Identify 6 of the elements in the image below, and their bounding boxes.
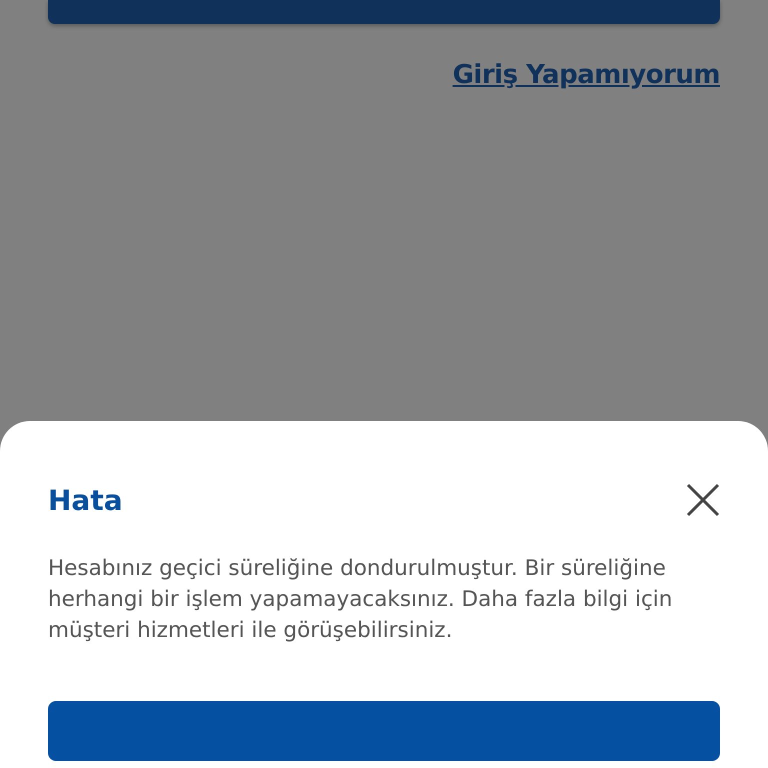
confirm-button[interactable] — [48, 701, 720, 761]
dialog-title: Hata — [48, 484, 123, 516]
error-message: Hesabınız geçici süreliğine dondurulmuştur. Bir süreliğine herhangi bir işlem yapamayacaksınız. Daha fazla bilgi için müşteri hizmetleri ile görüşebilirsiniz. — [48, 555, 674, 645]
close-icon[interactable] — [686, 483, 720, 517]
login-button[interactable] — [48, 0, 720, 24]
cant-login-link[interactable]: Giriş Yapamıyorum — [452, 60, 720, 90]
